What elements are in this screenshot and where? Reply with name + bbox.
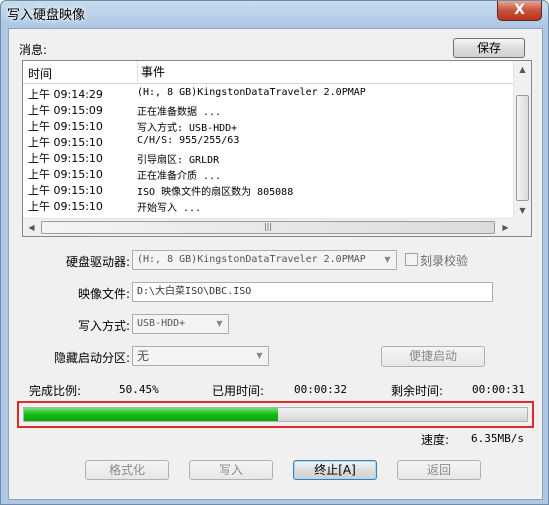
back-button-label: 返回 (426, 463, 451, 477)
verify-label: 刻录校验 (420, 254, 469, 268)
format-button-label: 格式化 (108, 463, 145, 477)
quick-boot-button[interactable]: 便捷启动 (381, 346, 485, 367)
list-item[interactable]: 上午 09:14:29 (H:, 8 GB)KingstonDataTravele… (23, 86, 514, 102)
hidden-partition-select[interactable]: 无 ▼ (132, 346, 269, 366)
write-button[interactable]: 写入 (189, 460, 273, 480)
save-button-label: 保存 (476, 41, 501, 55)
list-item[interactable]: 上午 09:15:10 写入方式: USB-HDD+ (23, 118, 514, 134)
format-button[interactable]: 格式化 (85, 460, 169, 480)
remaining-time-value: 00:00:31 (472, 383, 525, 396)
speed-label: 速度: (421, 433, 450, 447)
message-time: 上午 09:15:09 (28, 104, 103, 117)
elapsed-time-value: 00:00:32 (294, 383, 347, 396)
image-file-value: D:\大白菜ISO\DBC.ISO (137, 286, 252, 297)
drive-select-value: (H:, 8 GB)KingstonDataTraveler 2.0PMAP (137, 254, 366, 265)
close-icon: X (514, 2, 525, 18)
vertical-scrollbar[interactable]: ▲ ▼ (513, 61, 531, 219)
list-item[interactable]: 上午 09:15:09 正在准备数据 ... (23, 102, 514, 118)
message-list[interactable]: 时间 事件 上午 09:14:29 (H:, 8 GB)KingstonDataT… (22, 60, 532, 237)
column-header-time[interactable]: 时间 (28, 65, 52, 82)
message-event: 开始写入 ... (137, 203, 202, 214)
write-mode-label: 写入方式: (77, 319, 130, 333)
progress-bar (23, 407, 528, 422)
drive-label: 硬盘驱动器: (65, 255, 130, 269)
list-item[interactable]: 上午 09:15:10 ISO 映像文件的扇区数为 805088 (23, 182, 514, 198)
message-time: 上午 09:15:10 (28, 184, 103, 197)
write-disk-image-window: 写入硬盘映像 X 消息: 保存 时间 事件 上午 09:14:29 (H:, 8 … (0, 0, 549, 505)
write-mode-value: USB-HDD+ (137, 318, 186, 329)
messages-label: 消息: (19, 43, 48, 57)
stop-button-label: 终止[A] (314, 463, 356, 477)
message-event: C/H/S: 955/255/63 (137, 135, 240, 146)
write-mode-select[interactable]: USB-HDD+ ▼ (132, 314, 229, 334)
image-file-label: 映像文件: (77, 287, 130, 301)
scroll-left-icon[interactable]: ◀ (23, 219, 40, 236)
chevron-down-icon: ▼ (256, 351, 263, 360)
back-button[interactable]: 返回 (397, 460, 481, 480)
message-time: 上午 09:15:10 (28, 136, 103, 149)
elapsed-time-label: 已用时间: (212, 384, 265, 398)
message-rows: 上午 09:14:29 (H:, 8 GB)KingstonDataTravele… (23, 86, 514, 214)
write-button-label: 写入 (218, 463, 243, 477)
speed-value: 6.35MB/s (471, 432, 524, 445)
horizontal-scrollbar[interactable]: ◀ ||| ▶ (23, 218, 514, 236)
completion-ratio-label: 完成比例: (29, 384, 82, 398)
hidden-partition-label: 隐藏启动分区: (53, 351, 130, 365)
hidden-partition-value: 无 (137, 349, 150, 363)
message-event: 写入方式: USB-HDD+ (137, 123, 238, 134)
message-time: 上午 09:15:10 (28, 168, 103, 181)
list-item[interactable]: 上午 09:15:10 开始写入 ... (23, 198, 514, 214)
chevron-down-icon: ▼ (384, 255, 391, 264)
message-event: ISO 映像文件的扇区数为 805088 (137, 187, 294, 198)
scroll-up-icon[interactable]: ▲ (514, 61, 531, 78)
message-event: 引导扇区: GRLDR (137, 155, 220, 166)
message-time: 上午 09:14:29 (28, 88, 103, 101)
progress-highlight-frame (17, 401, 534, 428)
message-time: 上午 09:15:10 (28, 200, 103, 213)
message-time: 上午 09:15:10 (28, 152, 103, 165)
verify-checkbox[interactable] (405, 253, 418, 266)
progress-bar-fill (24, 408, 278, 421)
scroll-down-icon[interactable]: ▼ (514, 202, 531, 219)
horizontal-scroll-thumb[interactable]: ||| (41, 221, 495, 234)
stop-button[interactable]: 终止[A] (293, 460, 377, 480)
list-item[interactable]: 上午 09:15:10 引导扇区: GRLDR (23, 150, 514, 166)
message-event: 正在准备介质 ... (137, 171, 222, 182)
scroll-corner (514, 219, 531, 236)
window-title: 写入硬盘映像 (7, 8, 86, 23)
scroll-right-icon[interactable]: ▶ (497, 219, 514, 236)
chevron-down-icon: ▼ (216, 319, 223, 328)
vertical-scroll-thumb[interactable] (516, 95, 529, 201)
quick-boot-button-label: 便捷启动 (408, 349, 457, 363)
list-item[interactable]: 上午 09:15:10 C/H/S: 955/255/63 (23, 134, 514, 150)
remaining-time-label: 剩余时间: (391, 384, 444, 398)
dialog-body: 消息: 保存 时间 事件 上午 09:14:29 (H:, 8 GB)Kingst… (8, 28, 543, 500)
list-header: 时间 事件 (23, 61, 514, 84)
close-button[interactable]: X (497, 1, 542, 21)
image-file-input[interactable]: D:\大白菜ISO\DBC.ISO (132, 282, 493, 302)
drive-select[interactable]: (H:, 8 GB)KingstonDataTraveler 2.0PMAP ▼ (132, 250, 397, 270)
message-time: 上午 09:15:10 (28, 120, 103, 133)
title-bar[interactable]: 写入硬盘映像 X (1, 1, 548, 27)
list-item[interactable]: 上午 09:15:10 正在准备介质 ... (23, 166, 514, 182)
save-button[interactable]: 保存 (453, 38, 525, 58)
message-event: 正在准备数据 ... (137, 107, 222, 118)
message-event: (H:, 8 GB)KingstonDataTraveler 2.0PMAP (137, 87, 366, 98)
completion-ratio-value: 50.45% (119, 383, 159, 396)
column-header-event[interactable]: 事件 (137, 61, 165, 83)
